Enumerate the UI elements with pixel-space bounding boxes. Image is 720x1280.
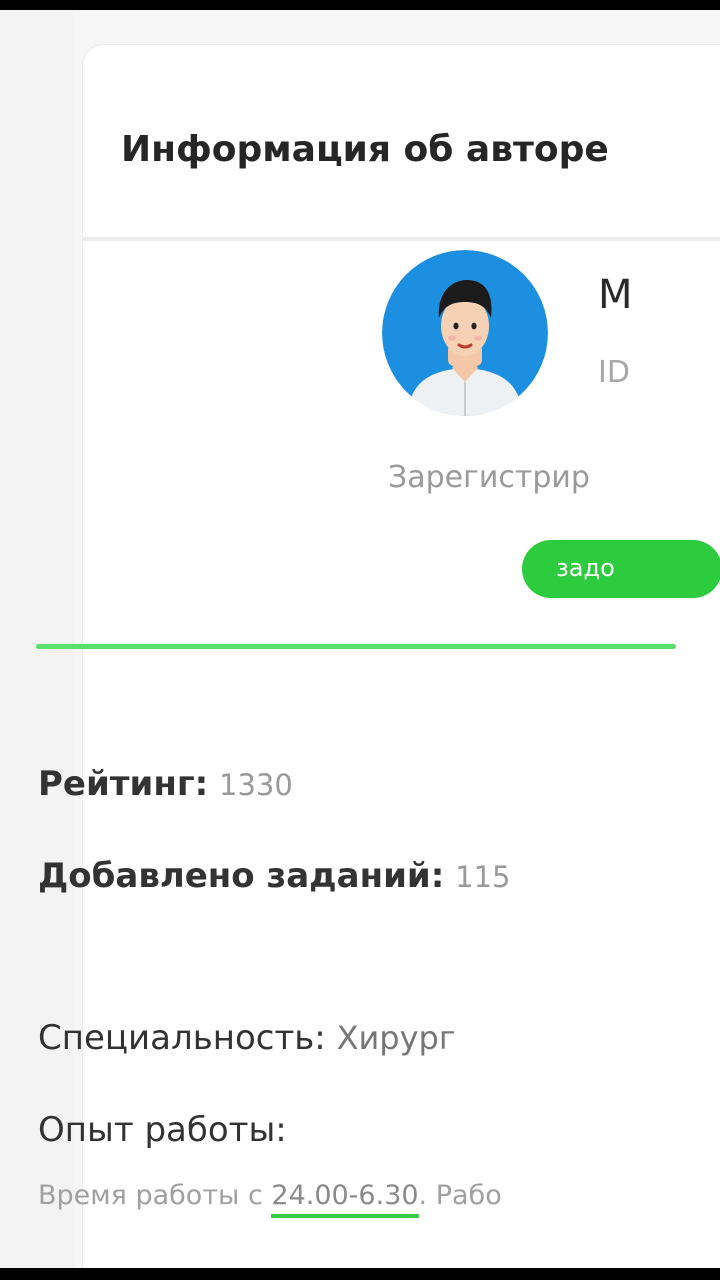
avatar[interactable] (382, 250, 548, 416)
schedule-hours: 24.00-6.30 (271, 1180, 419, 1218)
specialty-label: Специальность: (38, 1018, 326, 1058)
card-title: Информация об авторе (121, 129, 609, 170)
tasks-value: 115 (455, 860, 511, 894)
card-header: Информация об авторе (83, 45, 720, 241)
work-schedule: Время работы с 24.00-6.30. Рабо (38, 1180, 502, 1218)
tasks-row: Добавлено заданий: 115 (38, 856, 511, 896)
author-id: ID (598, 355, 630, 390)
rating-row: Рейтинг: 1330 (38, 764, 293, 804)
author-info-card: Информация об авторе (82, 44, 720, 1268)
tasks-label: Добавлено заданий: (38, 856, 445, 896)
experience-row: Опыт работы: (38, 1110, 287, 1150)
experience-label: Опыт работы: (38, 1110, 287, 1150)
screen: Информация об авторе M ID Зарегистрир за… (0, 10, 720, 1268)
author-name[interactable]: M (598, 272, 633, 318)
rating-value: 1330 (219, 768, 293, 802)
registration-date: Зарегистрир (388, 460, 590, 495)
role-badge: задо (522, 540, 720, 598)
specialty-value: Хирург (336, 1019, 456, 1057)
schedule-suffix: . Рабо (418, 1180, 502, 1211)
left-panel-edge (0, 10, 74, 1268)
specialty-row: Специальность: Хирург (38, 1018, 456, 1058)
schedule-prefix: Время работы с (38, 1180, 272, 1211)
green-divider (36, 644, 676, 649)
rating-label: Рейтинг: (38, 764, 209, 804)
